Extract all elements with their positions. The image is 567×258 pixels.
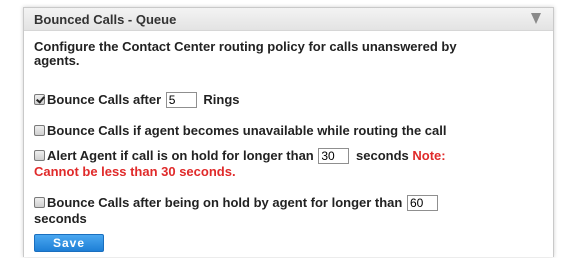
- bounce-hold-option: Bounce Calls after being on hold by agen…: [34, 194, 454, 227]
- bounce-hold-suffix: seconds: [34, 211, 87, 226]
- bounced-calls-panel: Bounced Calls - Queue Configure the Cont…: [23, 7, 554, 257]
- bounce-rings-suffix: Rings: [203, 92, 240, 107]
- rings-input[interactable]: [165, 91, 197, 108]
- description-text: Configure the Contact Center routing pol…: [34, 39, 457, 68]
- bounce-rings-checkbox[interactable]: [34, 94, 45, 105]
- agent-unavailable-option: Bounce Calls if agent becomes unavailabl…: [34, 123, 446, 139]
- agent-unavailable-checkbox[interactable]: [34, 125, 45, 136]
- panel-title: Bounced Calls - Queue: [34, 12, 177, 27]
- bounce-hold-checkbox[interactable]: [34, 197, 45, 208]
- alert-hold-seconds-input[interactable]: [318, 147, 350, 164]
- alert-hold-suffix: seconds: [356, 148, 409, 163]
- bounce-hold-seconds-input[interactable]: [406, 194, 438, 211]
- bounce-hold-prefix: Bounce Calls after being on hold by agen…: [47, 195, 403, 210]
- panel-header[interactable]: Bounced Calls - Queue: [24, 8, 553, 31]
- bounce-rings-prefix: Bounce Calls after: [47, 92, 162, 107]
- alert-hold-option: Alert Agent if call is on hold for longe…: [34, 147, 474, 180]
- bounce-rings-option: Bounce Calls after Rings: [34, 91, 240, 108]
- agent-unavailable-label: Bounce Calls if agent becomes unavailabl…: [47, 123, 447, 138]
- alert-hold-checkbox[interactable]: [34, 150, 45, 161]
- alert-hold-prefix: Alert Agent if call is on hold for longe…: [47, 148, 314, 163]
- collapse-triangle-icon[interactable]: [531, 13, 541, 24]
- save-button[interactable]: Save: [34, 234, 104, 252]
